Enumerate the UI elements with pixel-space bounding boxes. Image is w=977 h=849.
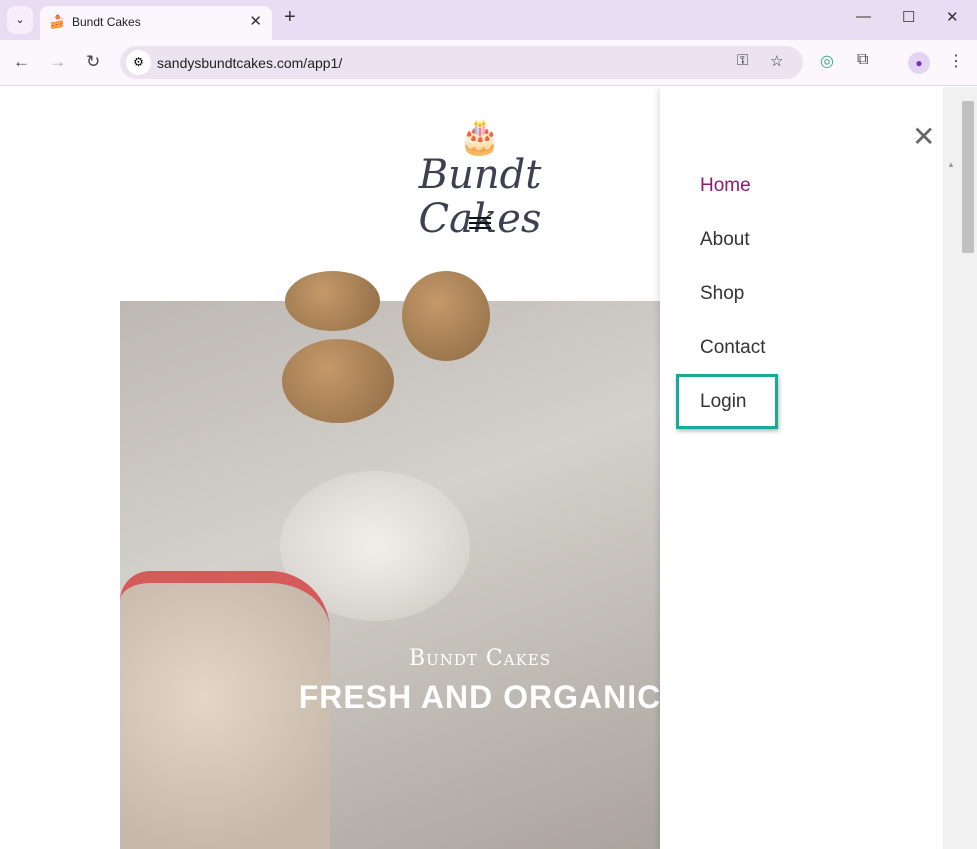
web-page: 🎂 Bundt Cakes Bundt Cakes FRESH AND ORGA… (0, 87, 943, 849)
tab-title: Bundt Cakes (72, 15, 141, 29)
menu-item-login[interactable]: Login (700, 391, 747, 413)
extension-icon[interactable]: ◎ (820, 51, 834, 71)
hero-image: Bundt Cakes FRESH AND ORGANIC (120, 271, 660, 849)
close-tab-icon[interactable]: ✕ (249, 12, 262, 30)
menu-item-contact[interactable]: Contact (700, 337, 765, 359)
scrollbar[interactable]: ▲ (943, 87, 977, 849)
tab-strip: ⌄ 🍰 Bundt Cakes ✕ + — ☐ ✕ (0, 0, 977, 40)
menu-kebab-icon[interactable]: ⋮ (948, 51, 964, 71)
reload-button[interactable]: ↻ (86, 52, 100, 72)
cake-logo-icon: 🎂 (458, 118, 502, 156)
extensions-puzzle-icon[interactable]: ⧉ (857, 51, 868, 69)
hamburger-menu-icon[interactable] (469, 214, 491, 232)
cake-favicon-icon: 🍰 (49, 14, 66, 29)
profile-avatar-icon[interactable]: ● (908, 52, 930, 74)
maximize-button[interactable]: ☐ (902, 8, 915, 26)
minimize-button[interactable]: — (856, 8, 871, 25)
close-window-button[interactable]: ✕ (946, 8, 959, 26)
address-bar[interactable]: ⚙ sandysbundtcakes.com/app1/ ⚿ ☆ (120, 46, 803, 79)
new-tab-button[interactable]: + (284, 6, 296, 29)
bookmark-star-icon[interactable]: ☆ (770, 52, 783, 70)
menu-item-shop[interactable]: Shop (700, 283, 744, 305)
nav-drawer: ✕ Home About Shop Contact Login (660, 87, 943, 849)
tab-search-button[interactable]: ⌄ (7, 6, 33, 34)
site-info-icon[interactable]: ⚙ (126, 50, 151, 75)
close-menu-icon[interactable]: ✕ (912, 123, 935, 151)
forward-button[interactable]: → (49, 52, 66, 72)
menu-item-about[interactable]: About (700, 229, 750, 251)
tab-bundt-cakes[interactable]: 🍰 Bundt Cakes ✕ (40, 6, 272, 40)
key-icon[interactable]: ⚿ (737, 52, 748, 69)
back-button[interactable]: ← (13, 52, 30, 72)
toolbar: ← → ↻ ⚙ sandysbundtcakes.com/app1/ ⚿ ☆ ◎… (0, 40, 977, 86)
scrollbar-thumb[interactable] (962, 101, 974, 253)
scroll-up-icon[interactable]: ▲ (947, 160, 955, 169)
menu-item-home[interactable]: Home (700, 175, 751, 197)
url-text[interactable]: sandysbundtcakes.com/app1/ (157, 55, 342, 71)
